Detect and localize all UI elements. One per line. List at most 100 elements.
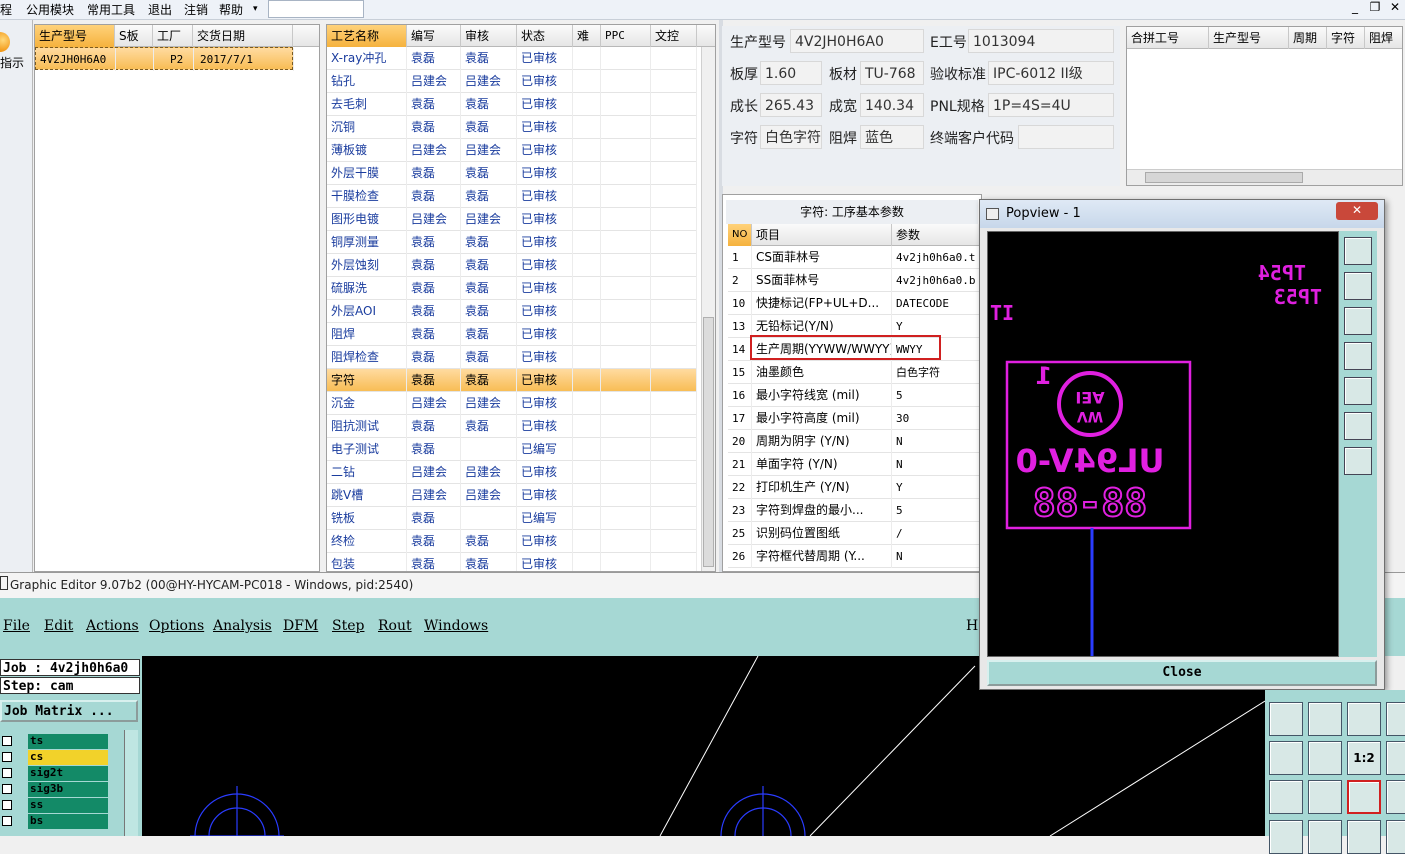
popview-close-icon[interactable]: ✕: [1336, 202, 1378, 220]
col-reviewer[interactable]: 审核: [461, 25, 517, 47]
restore-icon[interactable]: ❐: [1365, 0, 1385, 14]
blank2-icon[interactable]: [1386, 820, 1405, 854]
ge-menu-file[interactable]: File: [3, 618, 30, 634]
table-row[interactable]: 阻抗测试 袁磊 袁磊 已审核: [327, 415, 697, 438]
layer-checkbox[interactable]: [2, 800, 12, 810]
col-doc-control[interactable]: 文控: [651, 25, 697, 47]
table-row[interactable]: 沉铜 袁磊 袁磊 已审核: [327, 116, 697, 139]
view-next-icon[interactable]: [1308, 702, 1342, 736]
layer-checkbox[interactable]: [2, 816, 12, 826]
table-row[interactable]: 去毛刺 袁磊 袁磊 已审核: [327, 93, 697, 116]
table-row[interactable]: X-ray冲孔 袁磊 袁磊 已审核: [327, 47, 697, 70]
param-row[interactable]: 26 字符框代替周期 (Y... N: [728, 545, 982, 568]
menu-logout[interactable]: 注销: [184, 1, 208, 18]
thickness-field[interactable]: 1.60: [760, 61, 822, 85]
snap2-icon[interactable]: [1386, 780, 1405, 814]
col-merge-no[interactable]: 合拼工号: [1127, 27, 1209, 49]
pan-right-icon[interactable]: [1344, 377, 1372, 405]
table-row[interactable]: 电子测试 袁磊 已编写: [327, 438, 697, 461]
popview-titlebar[interactable]: Popview - 1 ✕: [980, 200, 1384, 228]
table-row[interactable]: 阻焊 袁磊 袁磊 已审核: [327, 323, 697, 346]
table-row[interactable]: 外层AOI 袁磊 袁磊 已审核: [327, 300, 697, 323]
param-row[interactable]: 15 油墨颜色 白色字符: [728, 361, 982, 384]
zoom-out-icon[interactable]: [1344, 447, 1372, 475]
col-delivery-date[interactable]: 交货日期: [193, 25, 293, 47]
col-merge-cycle[interactable]: 周期: [1289, 27, 1327, 49]
param-row[interactable]: 20 周期为阴字 (Y/N) N: [728, 430, 982, 453]
table-row[interactable]: 外层蚀刻 袁磊 袁磊 已审核: [327, 254, 697, 277]
col-factory[interactable]: 工厂: [153, 25, 193, 47]
table-row[interactable]: 图形电镀 吕建会 吕建会 已审核: [327, 208, 697, 231]
table-row[interactable]: 铣板 袁磊 已编写: [327, 507, 697, 530]
layer-checkbox[interactable]: [2, 768, 12, 778]
pan-left-icon[interactable]: [1344, 342, 1372, 370]
job-matrix-button[interactable]: Job Matrix ...: [0, 700, 138, 722]
standard-field[interactable]: IPC-6012 II级: [988, 61, 1114, 85]
ge-menu-windows[interactable]: Windows: [424, 618, 488, 634]
table-row[interactable]: 4V2JH0H6A0 P2 2017/7/1: [35, 47, 294, 71]
col-merge-char[interactable]: 字符: [1327, 27, 1365, 49]
param-row[interactable]: 17 最小字符高度 (mil) 30: [728, 407, 982, 430]
view-extra-icon[interactable]: [1386, 702, 1405, 736]
model-field[interactable]: 4V2JH0H6A0: [790, 29, 924, 53]
merge-hscrollbar[interactable]: [1127, 169, 1402, 185]
width-field[interactable]: 140.34: [860, 93, 924, 117]
ge-menu-analysis[interactable]: Analysis: [213, 618, 272, 634]
col-process-name[interactable]: 工艺名称: [327, 25, 407, 47]
table-row[interactable]: 铜厚测量 袁磊 袁磊 已审核: [327, 231, 697, 254]
col-merge-model[interactable]: 生产型号: [1209, 27, 1289, 49]
param-row[interactable]: 16 最小字符线宽 (mil) 5: [728, 384, 982, 407]
view-prev-icon[interactable]: [1269, 702, 1303, 736]
col-s-board[interactable]: S板: [115, 25, 153, 47]
col-ppc[interactable]: PPC: [601, 25, 651, 47]
table-row[interactable]: 包装 袁磊 袁磊 已审核: [327, 553, 697, 571]
table-row[interactable]: 外层干膜 袁磊 袁磊 已审核: [327, 162, 697, 185]
zoom-home-icon[interactable]: [1308, 741, 1342, 775]
zoom-extent-icon[interactable]: [1269, 741, 1303, 775]
col-merge-mask[interactable]: 阻焊: [1365, 27, 1402, 49]
indicator-label[interactable]: 指示: [0, 54, 24, 71]
layer-checkbox[interactable]: [2, 784, 12, 794]
top-combo-select[interactable]: [268, 0, 364, 18]
param-row[interactable]: 22 打印机生产 (Y/N) Y: [728, 476, 982, 499]
layer-sig3b[interactable]: sig3b: [28, 782, 108, 797]
col-model[interactable]: 生产型号: [35, 25, 115, 47]
menu-exit[interactable]: 退出: [148, 1, 172, 18]
col-status[interactable]: 状态: [517, 25, 573, 47]
ge-menu-dfm[interactable]: DFM: [283, 618, 318, 634]
layer-ts[interactable]: ts: [28, 734, 108, 749]
customer-code-field[interactable]: [1018, 125, 1114, 149]
help-dropdown-icon[interactable]: ▾: [253, 4, 258, 14]
layer-checkbox[interactable]: [2, 736, 12, 746]
ge-menu-help[interactable]: H: [966, 618, 978, 634]
col-item[interactable]: 项目: [752, 224, 892, 246]
zoom-1to2-icon[interactable]: 1:2: [1347, 741, 1381, 775]
measure-icon[interactable]: [1386, 741, 1405, 775]
ge-menu-rout[interactable]: Rout: [378, 618, 412, 634]
col-difficulty[interactable]: 难: [573, 25, 601, 47]
layer-scrollbar[interactable]: [124, 730, 138, 836]
ge-menu-options[interactable]: Options: [149, 618, 204, 634]
length-field[interactable]: 265.43: [760, 93, 822, 117]
table-row[interactable]: 二钻 吕建会 吕建会 已审核: [327, 461, 697, 484]
popview-canvas[interactable]: TP54 TP53 TI AEI WV 1 UL94V-0 88-88: [987, 231, 1339, 657]
process-scrollbar[interactable]: [701, 47, 715, 571]
grid-icon[interactable]: [1308, 780, 1342, 814]
layer-checkbox[interactable]: [2, 752, 12, 762]
layer-sig2t[interactable]: sig2t: [28, 766, 108, 781]
layer-ss[interactable]: ss: [28, 798, 108, 813]
menu-common-tools[interactable]: 常用工具: [87, 1, 135, 18]
minimize-icon[interactable]: _: [1345, 0, 1365, 14]
tools-icon[interactable]: [1269, 780, 1303, 814]
table-row[interactable]: 硫脲洗 袁磊 袁磊 已审核: [327, 277, 697, 300]
e-no-field[interactable]: 1013094: [968, 29, 1114, 53]
menu-process[interactable]: 程: [0, 1, 12, 18]
table-row[interactable]: 钻孔 吕建会 吕建会 已审核: [327, 70, 697, 93]
char-field[interactable]: 白色字符: [760, 125, 822, 149]
zoom-in-icon[interactable]: [1344, 412, 1372, 440]
param-row[interactable]: 1 CS面菲林号 4v2jh0h6a0.t: [728, 246, 982, 269]
col-value[interactable]: 参数: [892, 224, 982, 246]
pnl-field[interactable]: 1P=4S=4U: [988, 93, 1114, 117]
param-row[interactable]: 10 快捷标记(FP+UL+D... DATECODE: [728, 292, 982, 315]
layer-bs[interactable]: bs: [28, 814, 108, 829]
